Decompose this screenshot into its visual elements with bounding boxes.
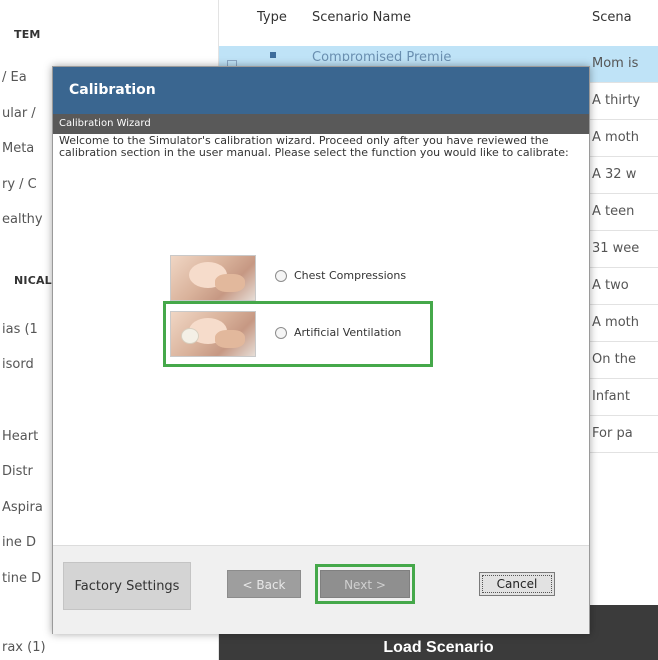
scenario-description: A thirty [592,93,641,108]
calibration-dialog: Calibration Calibration Wizard Welcome t… [52,66,590,634]
highlight-box-next [315,564,415,604]
scenario-description: A 32 w [592,167,637,182]
column-header-scenario-description[interactable]: Scena [592,10,632,25]
load-scenario-label: Load Scenario [383,639,494,656]
sidebar-item[interactable]: rax (1) [2,640,46,655]
sidebar-item[interactable]: tine D [2,571,41,586]
scenario-name: Compromised Premie [312,50,452,61]
sidebar-item[interactable]: ine D [2,535,36,550]
sidebar-item[interactable]: ry / C [2,177,37,192]
column-header-scenario-name[interactable]: Scenario Name [312,10,411,25]
dialog-footer: Factory Settings < Back Next > Cancel [53,545,589,634]
scenario-description: A moth [592,315,639,330]
dialog-subtitle: Calibration Wizard [59,118,151,129]
scenario-description: For pa [592,426,633,441]
sidebar-heading-system: TEM [14,28,41,41]
sidebar-item[interactable]: isord [2,357,34,372]
scenario-description: Infant [592,389,630,404]
scenario-description: 31 wee [592,241,640,256]
back-button[interactable]: < Back [227,570,301,598]
scenario-type-icon [270,52,276,58]
factory-settings-button[interactable]: Factory Settings [63,562,191,610]
column-header-type[interactable]: Type [257,10,287,25]
scenario-description: A moth [592,130,639,145]
sidebar-item[interactable]: Meta [2,141,34,156]
sidebar-item[interactable]: ealthy [2,212,43,227]
chest-compressions-label[interactable]: Chest Compressions [294,269,406,282]
chest-compressions-radio[interactable] [275,270,287,282]
sidebar-heading-clinical: NICAL [14,274,52,287]
sidebar-item[interactable]: ular / [2,106,36,121]
scenario-description: On the [592,352,636,367]
hand-shape [215,274,245,292]
sidebar-item[interactable]: / Ea [2,70,27,85]
scenario-description: A teen [592,204,635,219]
dialog-intro-text: Welcome to the Simulator's calibration w… [59,134,569,159]
sidebar-item[interactable]: Aspira [2,500,43,515]
dialog-subtitle-bar: Calibration Wizard [53,114,589,134]
sidebar-item[interactable]: ias (1 [2,322,38,337]
sidebar-item[interactable]: Heart [2,429,38,444]
dialog-title: Calibration [69,82,156,98]
dialog-title-bar[interactable]: Calibration [53,67,589,114]
sidebar-item[interactable]: Distr [2,464,33,479]
cancel-button[interactable]: Cancel [479,572,555,596]
scenario-description: A two [592,278,629,293]
chest-compressions-image [170,255,256,301]
highlight-box-ventilation [163,301,433,367]
scenario-description: Mom is [592,56,639,71]
